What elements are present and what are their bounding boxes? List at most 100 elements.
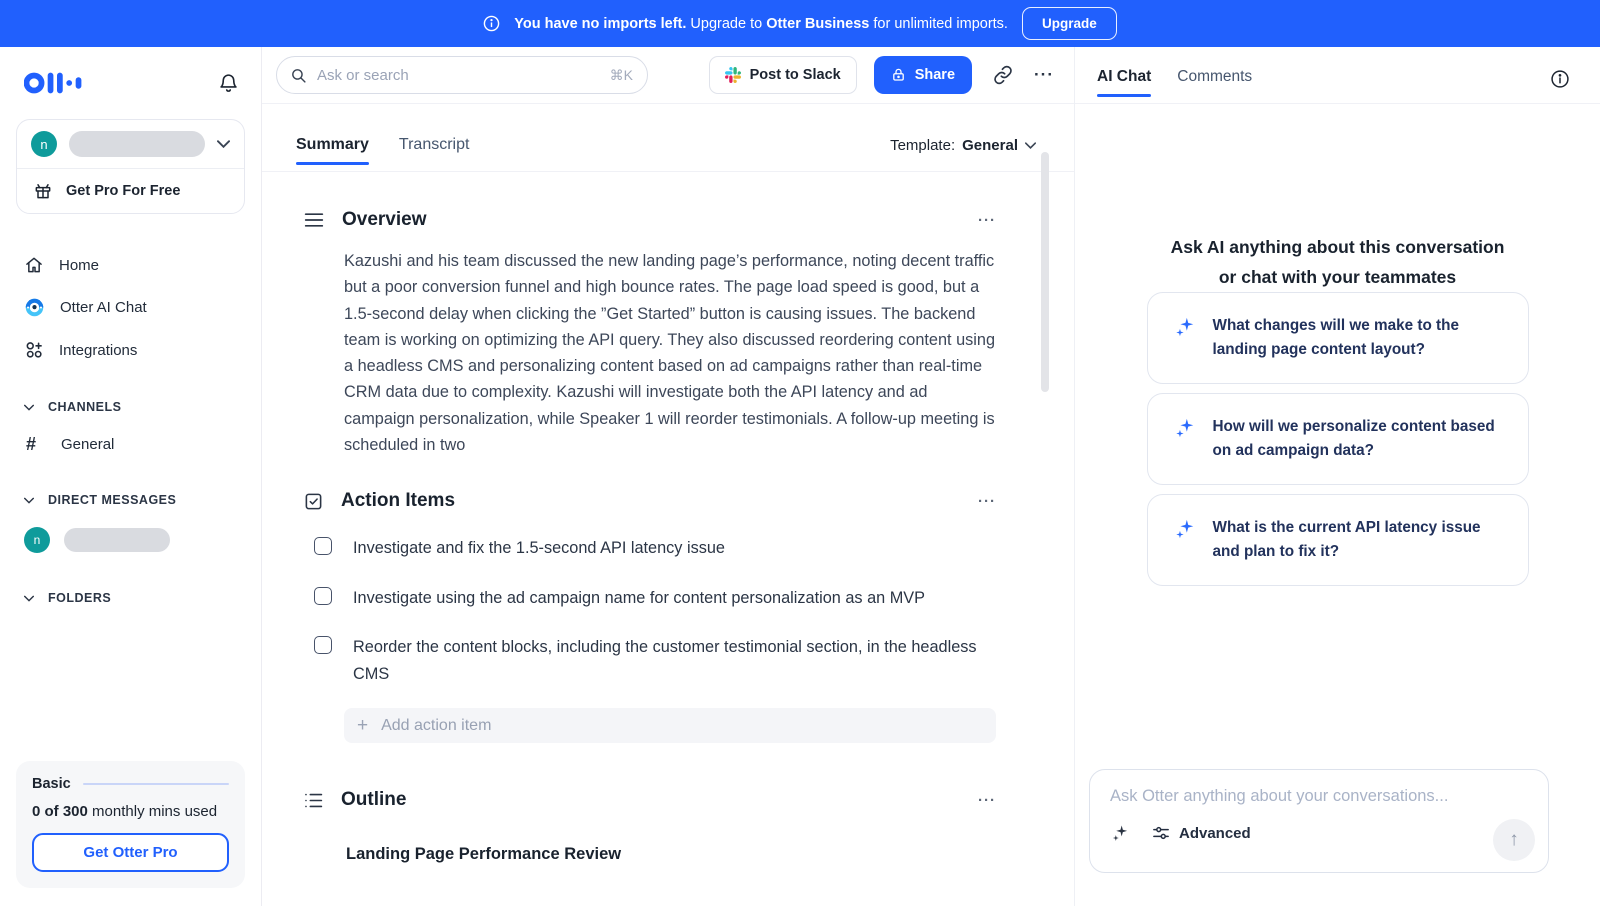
profile-row[interactable]: n [17, 120, 244, 168]
info-icon [483, 15, 500, 32]
overview-paragraph: Kazushi and his team discussed the new l… [344, 248, 996, 458]
template-label: Template: [890, 137, 955, 154]
upgrade-button[interactable]: Upgrade [1022, 7, 1117, 40]
search-input[interactable] [317, 67, 600, 84]
channel-general[interactable]: # General [0, 425, 261, 464]
channels-section-header[interactable]: CHANNELS [0, 389, 261, 425]
banner-text: You have no imports left. Upgrade to Ott… [514, 16, 1008, 32]
action-items-section-icon [304, 492, 323, 511]
sidebar-item-integrations[interactable]: Integrations [0, 329, 261, 371]
arrow-up-icon: ↑ [1509, 829, 1519, 851]
action-item-row: Reorder the content blocks, including th… [314, 634, 996, 687]
action-item-label: Investigate using the ad campaign name f… [353, 585, 925, 612]
direct-messages-section-header[interactable]: DIRECT MESSAGES [0, 482, 261, 518]
ai-suggestion-card[interactable]: What changes will we make to the landing… [1147, 292, 1529, 384]
workspace-switcher: n Get Pro For Free [16, 119, 245, 214]
tab-comments[interactable]: Comments [1177, 68, 1252, 103]
overview-title: Overview [342, 209, 427, 231]
checkbox[interactable] [314, 587, 332, 605]
scrollbar-thumb[interactable] [1041, 152, 1049, 392]
info-icon[interactable] [1550, 69, 1570, 89]
sidebar-item-otter-ai-chat[interactable]: Otter AI Chat [0, 286, 261, 329]
tab-ai-chat[interactable]: AI Chat [1097, 68, 1151, 103]
tab-transcript[interactable]: Transcript [399, 136, 470, 171]
summary-content: Overview ··· Kazushi and his team discus… [262, 172, 1074, 906]
channels-label: CHANNELS [48, 400, 121, 414]
dm-item[interactable]: n [0, 518, 261, 562]
checkbox[interactable] [314, 537, 332, 555]
outline-menu-icon[interactable]: ··· [978, 792, 996, 809]
chevron-down-icon [24, 404, 34, 411]
hash-icon: # [26, 434, 46, 455]
post-to-slack-button[interactable]: Post to Slack [709, 56, 857, 94]
share-button[interactable]: Share [874, 56, 972, 94]
folders-section-header[interactable]: FOLDERS [0, 580, 261, 616]
ask-otter-input[interactable] [1110, 787, 1528, 806]
suggestion-label: What is the current API latency issue an… [1213, 516, 1502, 564]
sidebar: n Get Pro For Free [0, 47, 262, 906]
template-value: General [962, 137, 1018, 154]
ai-chat-panel: AI Chat Comments Ask AI anything about t… [1075, 47, 1600, 906]
plan-usage-text: 0 of 300 monthly mins used [32, 803, 229, 820]
slack-button-label: Post to Slack [750, 67, 841, 83]
search-box[interactable]: ⌘K [276, 56, 648, 94]
integrations-icon [24, 340, 44, 360]
home-icon [24, 255, 44, 275]
get-pro-label: Get Pro For Free [66, 183, 180, 199]
chevron-down-icon [24, 595, 34, 602]
advanced-toggle[interactable]: Advanced [1152, 824, 1251, 842]
dm-avatar: n [24, 527, 50, 553]
plan-usage-card: Basic 0 of 300 monthly mins used Get Ott… [16, 761, 245, 888]
gift-icon [33, 181, 53, 201]
outline-first-item: Landing Page Performance Review [346, 845, 996, 864]
lock-icon [891, 67, 906, 83]
get-otter-pro-button[interactable]: Get Otter Pro [32, 833, 229, 872]
sidebar-item-home[interactable]: Home [0, 244, 261, 286]
ai-panel-heading: Ask AI anything about this conversation … [1075, 232, 1600, 292]
notifications-bell-icon[interactable] [218, 72, 239, 94]
action-item-label: Investigate and fix the 1.5-second API l… [353, 535, 725, 562]
sidebar-item-label: Home [59, 257, 99, 274]
sliders-icon [1152, 824, 1170, 842]
sparkles-icon[interactable] [1110, 823, 1130, 843]
more-options-icon[interactable]: ··· [1034, 65, 1054, 85]
outline-section-icon [304, 792, 323, 809]
chevron-down-icon [24, 497, 34, 504]
sidebar-item-label: Integrations [59, 342, 137, 359]
share-button-label: Share [915, 67, 955, 83]
usage-progress-bar [83, 783, 229, 785]
ask-otter-input-box[interactable]: Advanced ↑ [1089, 769, 1549, 873]
ai-suggestion-card[interactable]: How will we personalize content based on… [1147, 393, 1529, 485]
send-button[interactable]: ↑ [1493, 819, 1535, 861]
suggestion-label: What changes will we make to the landing… [1213, 314, 1502, 362]
chevron-down-icon [217, 140, 230, 148]
action-item-label: Reorder the content blocks, including th… [353, 634, 981, 687]
overview-menu-icon[interactable]: ··· [978, 212, 996, 229]
copy-link-icon[interactable] [993, 65, 1013, 85]
tab-summary[interactable]: Summary [296, 136, 369, 171]
outline-title: Outline [341, 789, 406, 811]
direct-messages-label: DIRECT MESSAGES [48, 493, 176, 507]
advanced-label: Advanced [1179, 825, 1251, 842]
template-selector[interactable]: Template: General [890, 137, 1036, 171]
search-shortcut: ⌘K [610, 67, 633, 84]
sparkles-icon [1174, 518, 1196, 540]
folders-label: FOLDERS [48, 591, 111, 605]
action-item-row: Investigate using the ad campaign name f… [314, 585, 996, 612]
otter-logo[interactable] [24, 69, 90, 97]
get-pro-for-free[interactable]: Get Pro For Free [17, 168, 244, 213]
otter-ai-chat-icon [24, 297, 45, 318]
sidebar-item-label: Otter AI Chat [60, 299, 147, 316]
checkbox[interactable] [314, 636, 332, 654]
channel-label: General [61, 436, 114, 453]
sparkles-icon [1174, 417, 1196, 439]
action-items-menu-icon[interactable]: ··· [978, 493, 996, 510]
add-action-item[interactable]: + Add action item [344, 708, 996, 743]
slack-icon [725, 67, 741, 83]
sparkles-icon [1174, 316, 1196, 338]
ai-suggestion-card[interactable]: What is the current API latency issue an… [1147, 494, 1529, 586]
add-action-item-label: Add action item [381, 717, 491, 735]
import-limit-banner: You have no imports left. Upgrade to Ott… [0, 0, 1600, 47]
user-avatar: n [31, 131, 57, 157]
main-panel: ⌘K Post to Slack [262, 47, 1075, 906]
